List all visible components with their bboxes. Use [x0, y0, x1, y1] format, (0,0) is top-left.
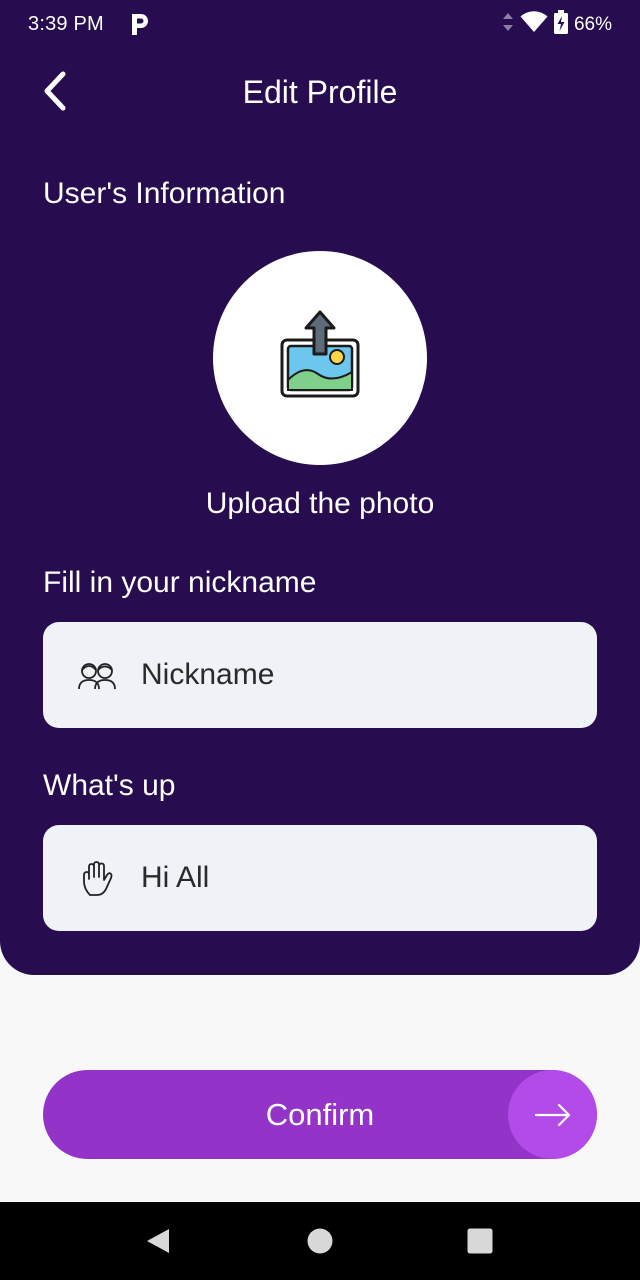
recents-square-icon[interactable] [440, 1202, 520, 1280]
status-icons: 66% [502, 10, 612, 40]
waving-hand-icon [77, 859, 117, 899]
nickname-input[interactable]: Nickname [43, 622, 597, 728]
arrow-right-icon [508, 1070, 597, 1159]
back-triangle-icon[interactable] [118, 1202, 198, 1280]
nickname-label: Fill in your nickname [43, 566, 317, 599]
whats-up-value: Hi All [141, 861, 210, 894]
whats-up-input[interactable]: Hi All [43, 825, 597, 931]
wifi-icon [520, 11, 548, 39]
page-title: Edit Profile [242, 74, 398, 110]
image-upload-icon [278, 310, 362, 407]
whats-up-label: What's up [43, 769, 176, 802]
parking-p-icon [128, 10, 152, 38]
upload-photo-button[interactable] [213, 251, 427, 465]
status-time: 3:39 PM [28, 13, 104, 35]
upload-photo-label: Upload the photo [205, 487, 435, 520]
data-arrows-icon [502, 12, 514, 38]
nickname-placeholder: Nickname [141, 658, 275, 691]
status-bar: 3:39 PM 66% [0, 0, 640, 50]
system-nav-bar [0, 1202, 640, 1280]
confirm-button[interactable]: Confirm [43, 1070, 597, 1159]
battery-percent: 66% [573, 14, 612, 35]
user-info-label: User's Information [43, 177, 286, 210]
battery-charging-icon [553, 10, 568, 40]
home-circle-icon[interactable] [280, 1202, 360, 1280]
people-icon [77, 656, 117, 696]
